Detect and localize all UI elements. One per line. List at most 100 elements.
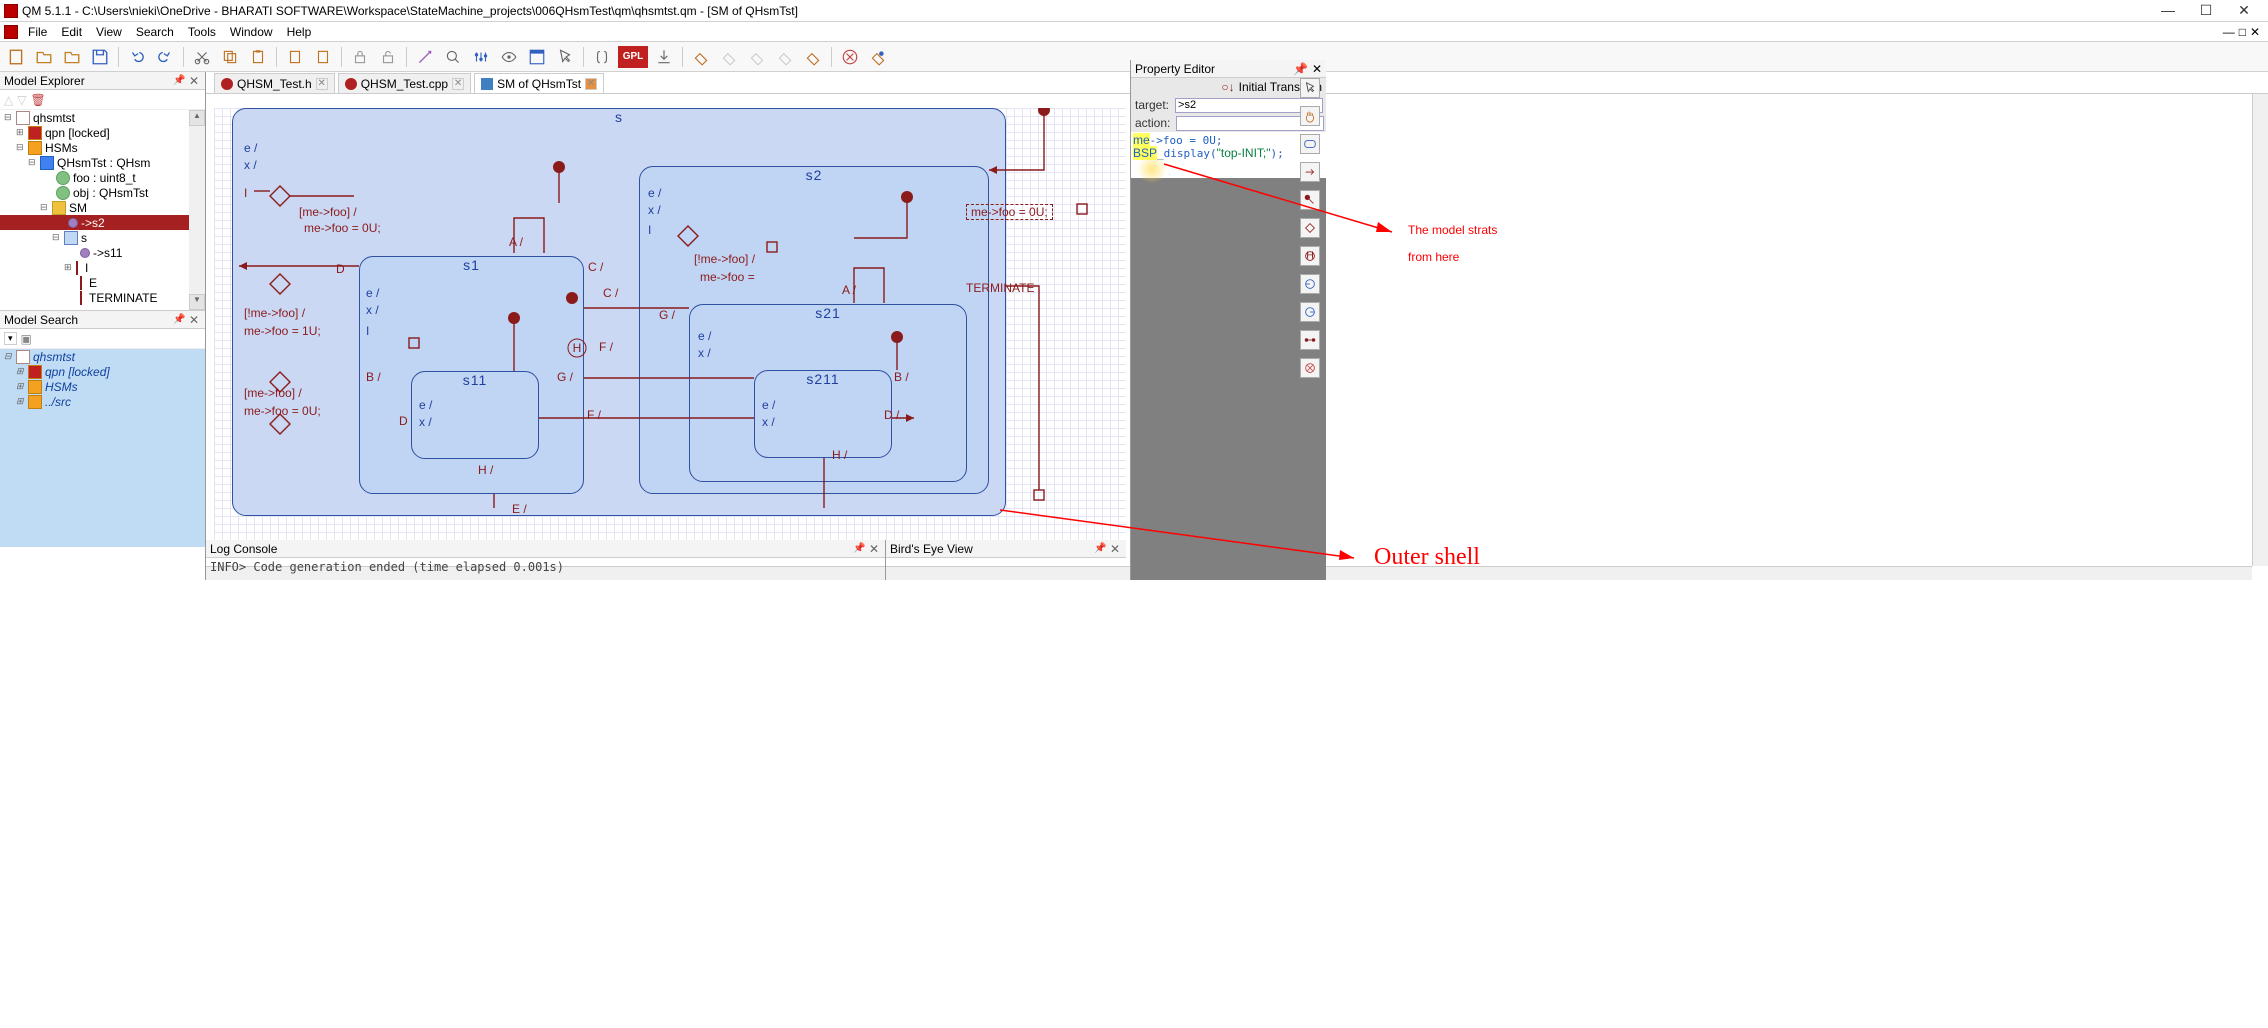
menu-edit[interactable]: Edit — [55, 25, 88, 39]
tab-dirty-close-icon[interactable]: ✕ — [585, 78, 597, 90]
redo-icon[interactable] — [153, 45, 177, 69]
titlebar: QM 5.1.1 - C:\Users\nieki\OneDrive - BHA… — [0, 0, 2268, 22]
search-hsms[interactable]: ⊞HSMs — [0, 379, 205, 394]
maximize-button[interactable]: ☐ — [2196, 4, 2216, 18]
tree-trans-s2[interactable]: ->s2 — [0, 215, 189, 230]
tree-class[interactable]: ⊟QHsmTst : QHsm — [0, 155, 189, 170]
tool-icon[interactable] — [866, 45, 890, 69]
tab-sm-diagram[interactable]: SM of QHsmTst ✕ — [474, 73, 604, 93]
trans-c2: C / — [603, 286, 618, 300]
wand-icon[interactable] — [413, 45, 437, 69]
pin-icon[interactable]: 📌 — [1094, 543, 1106, 554]
canvas-vscroll[interactable] — [2252, 94, 2268, 566]
search-results[interactable]: ⊟qhsmtst ⊞qpn [locked] ⊞HSMs ⊞../src — [0, 349, 205, 547]
panel-close-icon[interactable]: ✕ — [189, 74, 201, 88]
trans-i: I — [244, 186, 247, 200]
mdi-minimize[interactable]: — — [2223, 25, 2235, 39]
exit-tool-icon[interactable] — [1300, 302, 1320, 322]
paste-icon[interactable] — [246, 45, 270, 69]
tree-state-s[interactable]: ⊟s — [0, 230, 189, 245]
settings-icon[interactable] — [469, 45, 493, 69]
copy-icon[interactable] — [218, 45, 242, 69]
menu-file[interactable]: File — [22, 25, 53, 39]
tree-qpn[interactable]: ⊞qpn [locked] — [0, 125, 189, 140]
eye-icon[interactable] — [497, 45, 521, 69]
zoom-icon[interactable] — [441, 45, 465, 69]
panel-close-icon[interactable]: ✕ — [189, 313, 201, 327]
new-icon[interactable] — [4, 45, 28, 69]
tab-qhsm-test-h[interactable]: QHSM_Test.h ✕ — [214, 73, 335, 93]
tree-root[interactable]: ⊟qhsmtst — [0, 110, 189, 125]
download-icon[interactable] — [652, 45, 676, 69]
tree-trans-s11[interactable]: ->s11 — [0, 245, 189, 260]
pin-icon[interactable]: 📌 — [173, 75, 185, 86]
tree-terminate[interactable]: TERMINATE — [0, 290, 189, 305]
tree-obj[interactable]: obj : QHsmTst — [0, 185, 189, 200]
search-root[interactable]: ⊟qhsmtst — [0, 349, 205, 364]
panel-close-icon[interactable]: ✕ — [1110, 542, 1122, 556]
tab-close-icon[interactable]: ✕ — [316, 78, 328, 90]
tree-sm[interactable]: ⊟SM — [0, 200, 189, 215]
build5-icon[interactable] — [801, 45, 825, 69]
undo-icon[interactable] — [125, 45, 149, 69]
tree-hsms[interactable]: ⊟HSMs — [0, 140, 189, 155]
state-s211[interactable]: s211 — [754, 370, 892, 458]
pin-icon[interactable]: 📌 — [853, 543, 865, 554]
search-run-icon[interactable]: ▣ — [21, 332, 32, 346]
pointer-icon[interactable] — [553, 45, 577, 69]
terminate-tool-icon[interactable] — [1300, 358, 1320, 378]
bracket-icon[interactable] — [590, 45, 614, 69]
select-tool-icon[interactable] — [1300, 78, 1320, 98]
menu-tools[interactable]: Tools — [182, 25, 222, 39]
menu-search[interactable]: Search — [130, 25, 180, 39]
model-tree[interactable]: ⊟qhsmtst ⊞qpn [locked] ⊟HSMs ⊟QHsmTst : … — [0, 110, 189, 310]
trans-d2: D / — [884, 408, 899, 422]
grid-icon[interactable] — [525, 45, 549, 69]
save-icon[interactable] — [88, 45, 112, 69]
menu-window[interactable]: Window — [224, 25, 279, 39]
hand-tool-icon[interactable] — [1300, 106, 1320, 126]
tab-close-icon[interactable]: ✕ — [452, 78, 464, 90]
build2-icon[interactable] — [717, 45, 741, 69]
minimize-button[interactable]: — — [2158, 4, 2178, 18]
tree-i[interactable]: ⊞I — [0, 260, 189, 275]
menu-help[interactable]: Help — [281, 25, 318, 39]
paste2-icon[interactable] — [283, 45, 307, 69]
up-triangle-icon[interactable]: △ — [4, 93, 13, 107]
pin-icon[interactable]: 📌 — [173, 314, 185, 325]
search-qpn[interactable]: ⊞qpn [locked] — [0, 364, 205, 379]
paste3-icon[interactable] — [311, 45, 335, 69]
build3-icon[interactable] — [745, 45, 769, 69]
search-src[interactable]: ⊞../src — [0, 394, 205, 409]
dropdown-icon[interactable]: ▾ — [4, 332, 17, 345]
init-tool-icon[interactable] — [1300, 190, 1320, 210]
tab-qhsm-test-cpp[interactable]: QHSM_Test.cpp ✕ — [338, 73, 471, 93]
tree-scrollbar[interactable]: ▲ ▼ — [189, 110, 205, 310]
unlock-icon[interactable] — [376, 45, 400, 69]
build4-icon[interactable] — [773, 45, 797, 69]
build1-icon[interactable] — [689, 45, 713, 69]
delete-icon[interactable]: 🗑 — [30, 93, 45, 107]
trans-d: D — [336, 262, 345, 276]
connector-tool-icon[interactable] — [1300, 330, 1320, 350]
choice-tool-icon[interactable] — [1300, 218, 1320, 238]
history-tool-icon[interactable]: H — [1300, 246, 1320, 266]
log-title: Log Console — [210, 542, 277, 556]
tree-e[interactable]: E — [0, 275, 189, 290]
tree-foo[interactable]: foo : uint8_t — [0, 170, 189, 185]
cut-icon[interactable] — [190, 45, 214, 69]
cursor-highlight — [1137, 154, 1167, 184]
entry-tool-icon[interactable] — [1300, 274, 1320, 294]
mdi-restore[interactable]: □ — [2239, 25, 2246, 39]
open-icon[interactable] — [32, 45, 56, 69]
panel-close-icon[interactable]: ✕ — [869, 542, 881, 556]
stop-icon[interactable] — [838, 45, 862, 69]
open2-icon[interactable] — [60, 45, 84, 69]
down-triangle-icon[interactable]: ▽ — [17, 93, 26, 107]
transition-tool-icon[interactable] — [1300, 162, 1320, 182]
lock-icon[interactable] — [348, 45, 372, 69]
menu-view[interactable]: View — [90, 25, 128, 39]
close-button[interactable]: ✕ — [2234, 4, 2254, 18]
state-tool-icon[interactable] — [1300, 134, 1320, 154]
mdi-close[interactable]: ✕ — [2250, 25, 2260, 39]
